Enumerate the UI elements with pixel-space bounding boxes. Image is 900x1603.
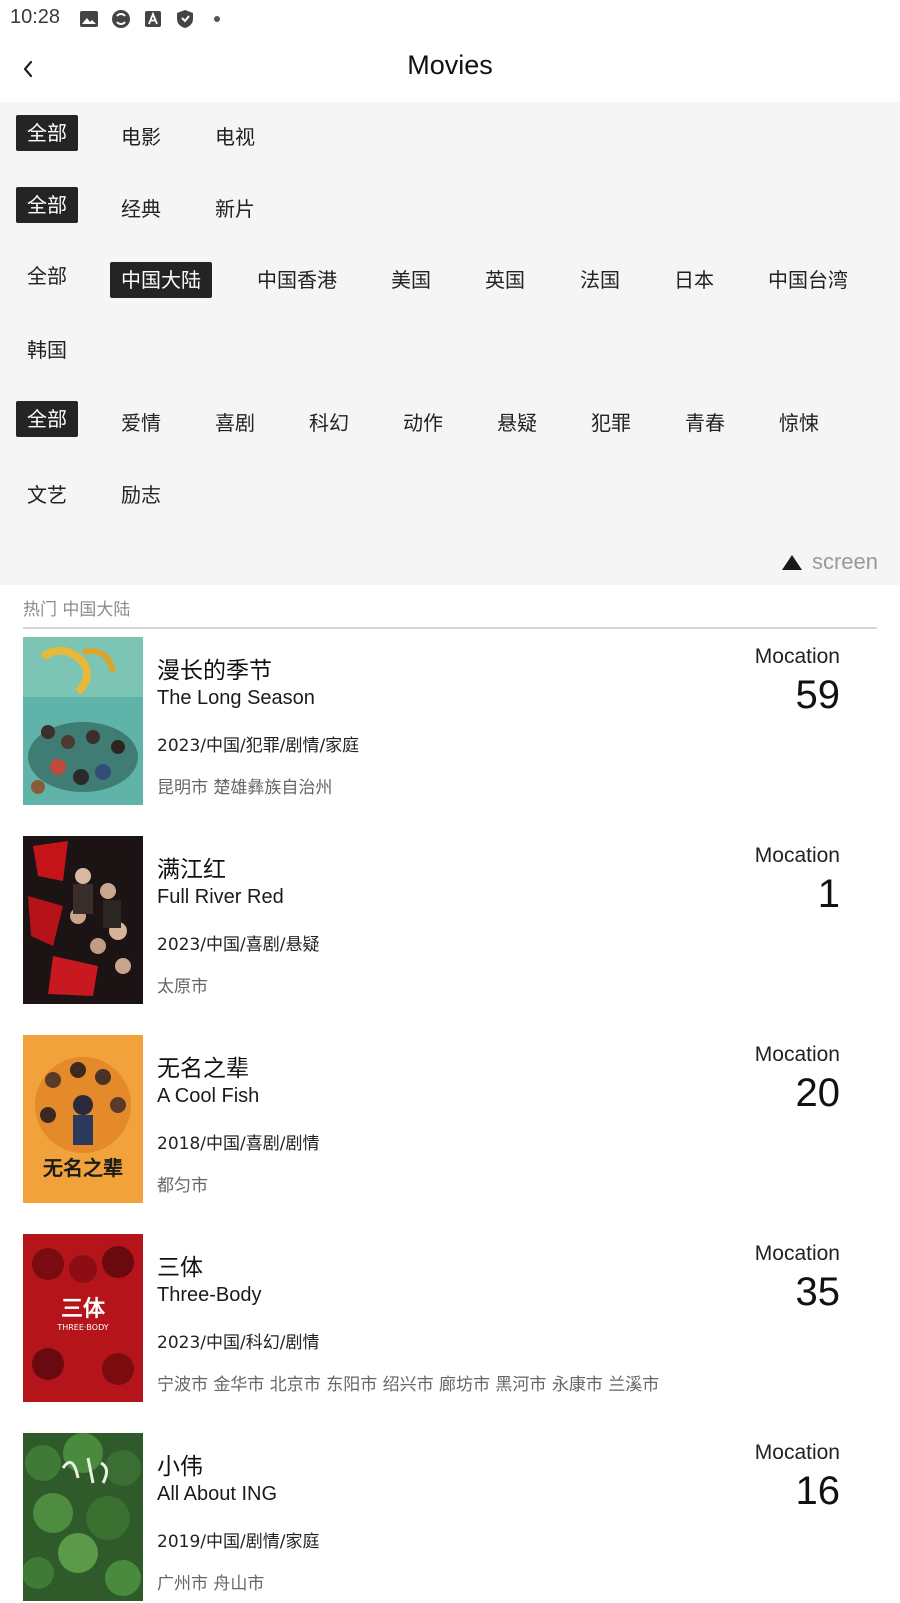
movie-item[interactable]: 三体 THREE·BODY 三体 Three-Body 2023/中国/科幻/剧…	[23, 1234, 877, 1404]
mocation-label: Mocation	[754, 1242, 840, 1265]
mocation-count: 59	[795, 673, 841, 717]
movie-title-en: All About ING	[157, 1483, 278, 1505]
movie-title-en: The Long Season	[157, 687, 315, 709]
filter-genre-inspirational[interactable]: 励志	[110, 477, 172, 513]
movie-cities: 太原市	[157, 977, 208, 997]
filter-genre-all[interactable]: 全部	[16, 401, 78, 437]
image-icon	[80, 11, 98, 27]
movie-poster	[23, 836, 143, 1004]
movie-item[interactable]: 无名之辈 无名之辈 A Cool Fish 2018/中国/喜剧/剧情 都匀市 …	[23, 1035, 877, 1205]
screen-toggle-label: screen	[811, 549, 878, 574]
filter-region-mainland[interactable]: 中国大陆	[110, 262, 212, 298]
movie-title-cn: 三体	[157, 1255, 203, 1281]
mocation-label: Mocation	[754, 1043, 840, 1066]
mocation-count: 20	[795, 1071, 841, 1115]
movie-item[interactable]: 漫长的季节 The Long Season 2023/中国/犯罪/剧情/家庭 昆…	[23, 637, 877, 807]
mocation-label: Mocation	[754, 645, 840, 668]
movie-item[interactable]: 小伟 All About ING 2019/中国/剧情/家庭 广州市 舟山市 M…	[23, 1433, 877, 1603]
filter-genre-romance[interactable]: 爱情	[110, 405, 172, 441]
filter-genre-arthouse[interactable]: 文艺	[16, 477, 78, 513]
poster-subtext: THREE·BODY	[56, 1323, 108, 1332]
screen-toggle[interactable]: screen	[781, 549, 878, 575]
filter-genre-comedy[interactable]: 喜剧	[204, 405, 266, 441]
filter-era-new[interactable]: 新片	[204, 191, 266, 227]
shield-icon	[177, 10, 193, 28]
movie-info: 2018/中国/喜剧/剧情	[157, 1134, 320, 1154]
filter-region-uk[interactable]: 英国	[474, 262, 536, 298]
app-header: Movies	[0, 38, 900, 102]
movie-title-en: Three-Body	[157, 1284, 262, 1306]
movie-poster	[23, 1433, 143, 1601]
filter-type-movie[interactable]: 电影	[110, 119, 172, 155]
triangle-up-icon	[781, 554, 802, 570]
movie-title-cn: 无名之辈	[157, 1056, 249, 1082]
mocation-label: Mocation	[754, 844, 840, 867]
mocation-count: 1	[817, 872, 840, 916]
filter-panel: 全部 电影 电视 全部 经典 新片 全部 中国大陆 中国香港 美国 英国 法国 …	[0, 102, 900, 585]
section-label: 热门 中国大陆	[23, 600, 131, 620]
movie-item[interactable]: 满江红 Full River Red 2023/中国/喜剧/悬疑 太原市 Moc…	[23, 836, 877, 1006]
filter-region-taiwan[interactable]: 中国台湾	[757, 262, 859, 298]
filter-era-all[interactable]: 全部	[16, 187, 78, 223]
sync-icon	[112, 10, 130, 28]
mocation-count: 16	[795, 1469, 841, 1513]
filter-type-all[interactable]: 全部	[16, 115, 78, 151]
filter-type-tv[interactable]: 电视	[204, 119, 266, 155]
poster-text: 无名之辈	[43, 1156, 123, 1180]
filter-era-classic[interactable]: 经典	[110, 191, 172, 227]
filter-region-france[interactable]: 法国	[569, 262, 631, 298]
status-bar: 10:28	[0, 0, 900, 38]
section-divider	[23, 627, 877, 629]
movie-info: 2023/中国/科幻/剧情	[157, 1333, 320, 1353]
filter-genre-youth[interactable]: 青春	[674, 405, 736, 441]
movie-cities: 广州市 舟山市	[157, 1574, 265, 1594]
movie-cities: 都匀市	[157, 1176, 208, 1196]
filter-region-all[interactable]: 全部	[16, 258, 78, 294]
movie-title-en: Full River Red	[157, 886, 284, 908]
movie-poster: 无名之辈	[23, 1035, 143, 1203]
movie-title-cn: 满江红	[157, 857, 226, 883]
filter-region-japan[interactable]: 日本	[663, 262, 725, 298]
filter-genre-crime[interactable]: 犯罪	[580, 405, 642, 441]
filter-genre-action[interactable]: 动作	[392, 405, 454, 441]
mocation-count: 35	[795, 1270, 841, 1314]
status-time: 10:28	[10, 6, 61, 28]
movie-title-en: A Cool Fish	[157, 1085, 260, 1107]
mocation-label: Mocation	[754, 1441, 840, 1464]
movie-poster: 三体 THREE·BODY	[23, 1234, 143, 1402]
poster-text: 三体	[61, 1297, 106, 1322]
movie-cities: 宁波市 金华市 北京市 东阳市 绍兴市 廊坊市 黑河市 永康市 兰溪市	[157, 1375, 660, 1395]
movie-cities: 昆明市 楚雄彝族自治州	[157, 778, 333, 798]
movie-info: 2023/中国/犯罪/剧情/家庭	[157, 736, 360, 756]
movie-poster	[23, 637, 143, 805]
filter-genre-mystery[interactable]: 悬疑	[486, 405, 548, 441]
movie-info: 2019/中国/剧情/家庭	[157, 1532, 320, 1552]
filter-genre-thriller[interactable]: 惊悚	[768, 405, 830, 441]
text-icon	[145, 11, 161, 27]
page-title: Movies	[407, 50, 493, 80]
dot-icon	[214, 16, 220, 22]
filter-region-hongkong[interactable]: 中国香港	[246, 262, 348, 298]
filter-region-usa[interactable]: 美国	[380, 262, 442, 298]
filter-region-korea[interactable]: 韩国	[16, 332, 78, 368]
movie-info: 2023/中国/喜剧/悬疑	[157, 935, 320, 955]
movie-title-cn: 小伟	[157, 1454, 203, 1480]
filter-genre-scifi[interactable]: 科幻	[298, 405, 360, 441]
movie-title-cn: 漫长的季节	[157, 658, 272, 684]
